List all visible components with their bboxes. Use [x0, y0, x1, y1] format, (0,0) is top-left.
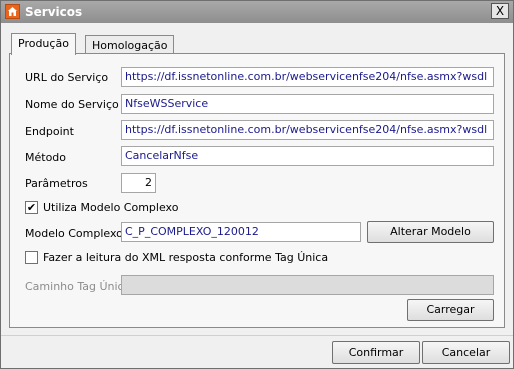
- services-dialog: Servicos X Produção Homologação URL do S…: [0, 0, 514, 369]
- checkmark-icon: ✔: [26, 201, 37, 214]
- endpoint-label: Endpoint: [25, 125, 74, 138]
- method-field[interactable]: CancelarNfse: [121, 146, 494, 166]
- cancel-button[interactable]: Cancelar: [422, 341, 510, 364]
- service-name-label: Nome do Serviço: [25, 98, 119, 111]
- unique-tag-checkbox[interactable]: [25, 251, 38, 264]
- confirm-button[interactable]: Confirmar: [332, 341, 420, 364]
- app-house-icon: [5, 4, 20, 19]
- url-label: URL do Serviço: [25, 71, 109, 84]
- service-name-field[interactable]: NfseWSService: [121, 94, 494, 114]
- complex-model-field[interactable]: C_P_COMPLEXO_120012: [121, 222, 361, 242]
- unique-tag-path-label: Caminho Tag Única: [25, 280, 131, 293]
- unique-tag-checkbox-label[interactable]: Fazer a leitura do XML resposta conforme…: [43, 251, 328, 264]
- unique-tag-path-field: [121, 275, 494, 295]
- method-label: Método: [25, 151, 67, 164]
- params-label: Parâmetros: [25, 177, 88, 190]
- tab-homologacao[interactable]: Homologação: [85, 35, 175, 55]
- complex-model-checkbox-label[interactable]: Utiliza Modelo Complexo: [43, 201, 178, 214]
- footer-divider: [1, 335, 513, 336]
- change-model-button[interactable]: Alterar Modelo: [367, 221, 494, 243]
- params-field[interactable]: 2: [121, 173, 156, 193]
- title-bar[interactable]: Servicos X: [1, 1, 513, 23]
- endpoint-field[interactable]: https://df.issnetonline.com.br/webservic…: [121, 120, 494, 140]
- load-button[interactable]: Carregar: [407, 299, 494, 321]
- window-title: Servicos: [25, 5, 83, 19]
- close-icon: X: [495, 4, 505, 18]
- complex-model-label: Modelo Complexo: [25, 227, 123, 240]
- close-button[interactable]: X: [491, 3, 509, 19]
- complex-model-checkbox[interactable]: ✔: [25, 201, 38, 214]
- url-field[interactable]: https://df.issnetonline.com.br/webservic…: [121, 67, 494, 87]
- tab-producao[interactable]: Produção: [11, 33, 76, 55]
